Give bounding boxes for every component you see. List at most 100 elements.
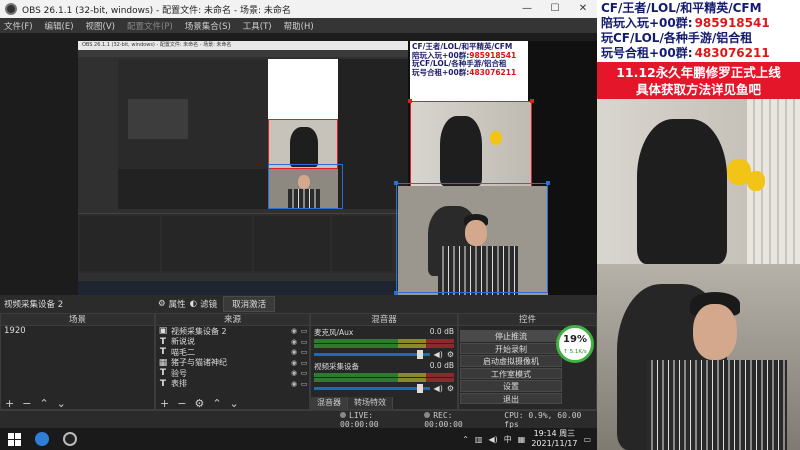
streamer-shirt: [647, 360, 787, 450]
lock-icon[interactable]: ▭: [299, 380, 309, 388]
source-row[interactable]: T 验号 ◉ ▭: [156, 368, 309, 379]
lock-icon[interactable]: ▭: [299, 338, 309, 346]
menu-help[interactable]: 帮助(H): [284, 20, 314, 32]
sources-dock-title: 来源: [156, 314, 309, 326]
deactivate-button[interactable]: 取消激活: [223, 296, 276, 312]
volume-slider-knob[interactable]: [417, 384, 424, 393]
eye-icon[interactable]: ◉: [289, 359, 299, 367]
eye-icon[interactable]: ◉: [289, 369, 299, 377]
minus-icon[interactable]: −: [177, 397, 186, 410]
ime-indicator[interactable]: 中: [504, 434, 512, 445]
volume-slider[interactable]: [314, 384, 430, 393]
mixer-tabs: 混音器 转场特效: [311, 397, 393, 409]
volume-slider-knob[interactable]: [417, 350, 424, 359]
gear-icon: ⚙: [158, 299, 166, 309]
arrow-up-icon[interactable]: ⌃: [39, 397, 48, 410]
stop-streaming-button[interactable]: 停止推流: [460, 330, 562, 342]
lock-icon[interactable]: ▭: [299, 348, 309, 356]
gear-icon[interactable]: ⚙: [447, 350, 454, 359]
source-row[interactable]: T 表排 ◉ ▭: [156, 379, 309, 390]
preview-promo-text: CF/王者/LOL/和平精英/CFM 陪玩入玩+00群:985918541 玩C…: [410, 41, 528, 103]
volume-icon[interactable]: ◀): [488, 435, 497, 444]
volume-meter: [314, 339, 454, 343]
speaker-icon[interactable]: ◀): [434, 384, 443, 393]
selection-box-blue[interactable]: [396, 183, 548, 293]
volume-slider[interactable]: [314, 350, 430, 359]
taskbar-clock[interactable]: 19:14 周三 2021/11/17: [531, 429, 577, 449]
mixer-track-db: 0.0 dB: [429, 327, 454, 336]
source-row[interactable]: ▦ 猪子与猫诸神纪 ◉ ▭: [156, 358, 309, 369]
maximize-button[interactable]: ☐: [541, 0, 569, 18]
eye-icon[interactable]: ◉: [289, 348, 299, 356]
promo-line-text: CF/王者/LOL/和平精英/CFM: [601, 1, 762, 15]
resize-handle-blue-tl[interactable]: [394, 181, 398, 185]
plus-icon[interactable]: +: [160, 397, 169, 410]
tab-transitions[interactable]: 转场特效: [348, 397, 393, 409]
window-controls: — ☐ ✕: [513, 0, 597, 18]
speaker-icon[interactable]: ◀): [434, 350, 443, 359]
filters-button[interactable]: ◐ 滤镜: [190, 298, 217, 310]
chevron-up-icon[interactable]: ⌃: [462, 435, 469, 444]
menu-file[interactable]: 文件(F): [4, 20, 33, 32]
source-row[interactable]: ▣ 视频采集设备 2 ◉ ▭: [156, 326, 309, 337]
close-button[interactable]: ✕: [569, 0, 597, 18]
preview-area[interactable]: OBS 26.1.1 (32-bit, windows) - 配置文件: 未命名…: [0, 33, 597, 295]
mixer-track: 视频采集设备 0.0 dB ◀) ⚙: [311, 360, 457, 394]
promo-line: 玩CF/LOL/各种手游/铝合租: [601, 31, 796, 46]
settings-button[interactable]: 设置: [460, 380, 562, 392]
sources-dock-footer: + − ⚙ ⌃ ⌄: [156, 397, 309, 410]
preview-canvas[interactable]: OBS 26.1.1 (32-bit, windows) - 配置文件: 未命名…: [78, 41, 597, 295]
tab-mixer[interactable]: 混音器: [311, 397, 348, 409]
start-button[interactable]: [0, 428, 28, 450]
image-icon: ▦: [158, 357, 168, 368]
menu-view[interactable]: 视图(V): [86, 20, 115, 32]
resize-handle-red-tl[interactable]: [408, 99, 412, 103]
scene-item[interactable]: 1920: [1, 326, 154, 337]
eye-icon[interactable]: ◉: [289, 327, 299, 335]
resize-handle-blue-tr[interactable]: [546, 181, 550, 185]
gauge-speed: ↑ 5.1K/s: [563, 349, 587, 355]
start-virtual-camera-button[interactable]: 启动虚拟摄像机: [460, 355, 562, 367]
resize-handle-red-tr[interactable]: [530, 99, 534, 103]
taskbar-app-browser[interactable]: [28, 428, 56, 450]
notification-icon[interactable]: ▭: [583, 435, 591, 444]
eye-icon[interactable]: ◉: [289, 380, 299, 388]
studio-mode-button[interactable]: 工作室模式: [460, 367, 562, 379]
menu-profile[interactable]: 配置文件(P): [127, 20, 173, 32]
nested-selection-red: [268, 119, 338, 169]
mixer-track-name: 麦克风/Aux: [314, 328, 354, 337]
minus-icon[interactable]: −: [22, 397, 31, 410]
arrow-down-icon[interactable]: ⌄: [57, 397, 66, 410]
eye-icon[interactable]: ◉: [289, 338, 299, 346]
taskbar-app-obs[interactable]: [56, 428, 84, 450]
grid-icon[interactable]: ▦: [518, 435, 526, 444]
gear-icon[interactable]: ⚙: [447, 384, 454, 393]
lock-icon[interactable]: ▭: [299, 327, 309, 335]
plush-toy-image: [747, 171, 765, 191]
promo-banner-line-1: 11.12永久年鹏修罗正式上线: [616, 65, 781, 80]
filter-icon: ◐: [189, 299, 198, 309]
lock-icon[interactable]: ▭: [299, 369, 309, 377]
menu-tools[interactable]: 工具(T): [243, 20, 272, 32]
network-icon[interactable]: ▥: [475, 435, 483, 444]
clock-date: 2021/11/17: [531, 439, 578, 448]
exit-button[interactable]: 退出: [460, 392, 562, 404]
volume-meter: [314, 373, 454, 377]
nested-sources-dock: [162, 216, 252, 271]
gear-icon[interactable]: ⚙: [194, 397, 204, 410]
source-row[interactable]: T 新说说 ◉ ▭: [156, 337, 309, 348]
minimize-button[interactable]: —: [513, 0, 541, 18]
current-source-label: 视频采集设备 2: [4, 300, 64, 310]
menu-edit[interactable]: 编辑(E): [45, 20, 74, 32]
lock-icon[interactable]: ▭: [299, 359, 309, 367]
arrow-down-icon[interactable]: ⌄: [230, 397, 239, 410]
selection-box-red[interactable]: [410, 101, 532, 191]
start-recording-button[interactable]: 开始录制: [460, 342, 562, 354]
properties-button[interactable]: ⚙ 属性: [158, 298, 186, 310]
plus-icon[interactable]: +: [5, 397, 14, 410]
scenes-dock: 场景 1920 + − ⌃ ⌄: [0, 313, 155, 410]
source-row[interactable]: T 喵毛二 ◉ ▭: [156, 347, 309, 358]
mixer-track-name: 视频采集设备: [314, 362, 359, 371]
menu-scene-collection[interactable]: 场景集合(S): [185, 20, 231, 32]
arrow-up-icon[interactable]: ⌃: [212, 397, 221, 410]
